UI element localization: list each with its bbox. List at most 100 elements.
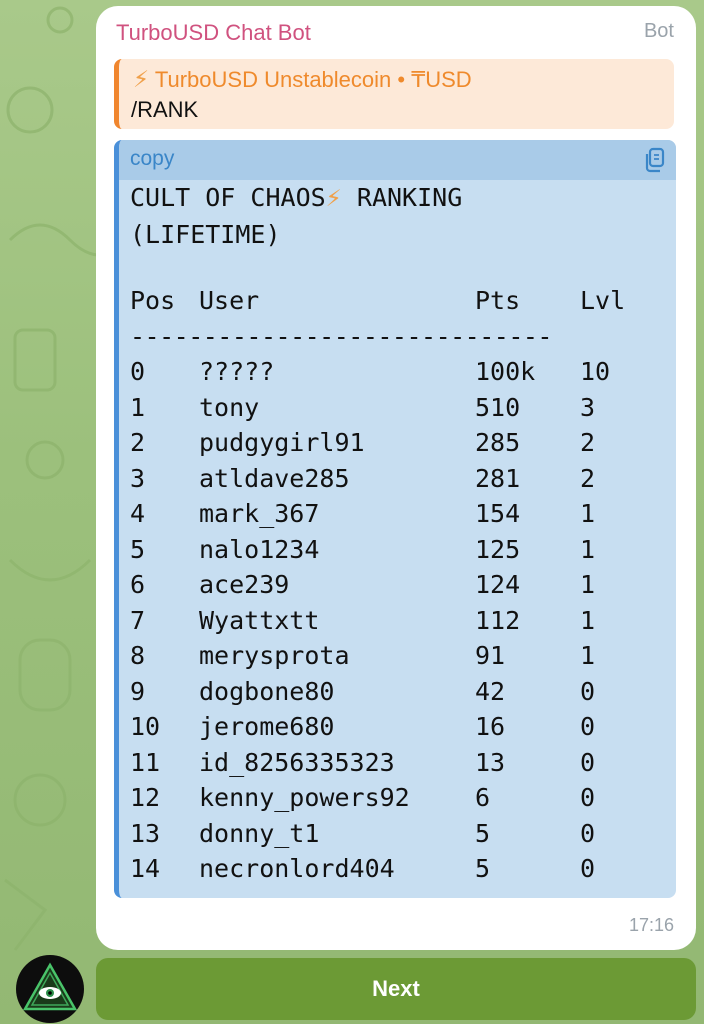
username: nalo1234 <box>199 534 320 564</box>
points: 91 <box>475 641 506 670</box>
lightning-bolt-icon: ⚡ <box>325 186 342 212</box>
username: jerome680 <box>199 712 335 741</box>
code-block: copy CULT OF CHAOS⚡ RANKING (LIFETIME) P… <box>114 140 676 898</box>
level: 0 <box>580 676 596 706</box>
bot-tag: Bot <box>643 20 674 42</box>
rank-position: 0 <box>130 357 146 386</box>
level: 2 <box>580 428 596 457</box>
header-user: User <box>199 286 260 315</box>
rank-position: 1 <box>130 392 146 422</box>
table-row: 0????? 100k 10 <box>130 357 650 393</box>
table-row: 3 atldave285 281 2 <box>130 464 650 500</box>
ranking-subtitle: (LIFETIME) <box>130 220 281 249</box>
level: 3 <box>580 392 596 422</box>
next-button[interactable]: Next <box>96 958 696 1020</box>
level: 2 <box>580 463 596 493</box>
level: 1 <box>580 499 596 528</box>
ranking-title: CULT OF CHAOS⚡ RANKING (LIFETIME) <box>130 180 670 253</box>
points: 5 <box>475 854 491 883</box>
username: kenny_powers92 <box>199 783 410 812</box>
lightning-bolt-icon: ⚡ <box>133 67 150 93</box>
table-row: 14 necronlord404 5 0 <box>130 854 650 890</box>
reply-quote[interactable]: ⚡ TurboUSD Unstablecoin • ₸USD /RANK <box>114 59 674 129</box>
points: 124 <box>475 570 521 599</box>
reply-text: /RANK <box>131 97 199 122</box>
rank-position: 11 <box>130 747 161 777</box>
level: 0 <box>580 712 596 741</box>
username: donny_t1 <box>199 818 320 848</box>
level: 0 <box>580 818 596 848</box>
level: 1 <box>580 570 596 599</box>
level: 1 <box>580 534 596 564</box>
level: 1 <box>580 641 596 670</box>
points: 112 <box>475 605 521 635</box>
rank-position: 7 <box>130 605 146 635</box>
points: 510 <box>475 392 521 422</box>
table-header-row: Pos User Pts Lvl <box>130 286 650 322</box>
username: atldave285 <box>199 463 350 493</box>
avatar[interactable] <box>16 955 84 1023</box>
rank-position: 12 <box>130 783 161 812</box>
message-bubble: TurboUSD Chat Bot Bot ⚡ TurboUSD Unstabl… <box>96 6 696 950</box>
points: 154 <box>475 499 521 528</box>
table-row: 4 mark_367 154 1 <box>130 499 650 535</box>
points: 42 <box>475 676 506 706</box>
table-row: 10 jerome680 16 0 <box>130 712 650 748</box>
level: 0 <box>580 783 596 812</box>
sender-name[interactable]: TurboUSD Chat Bot <box>116 20 311 46</box>
table-row: 12 kenny_powers92 6 0 <box>130 783 650 819</box>
username: ????? <box>199 357 275 386</box>
username: necronlord404 <box>199 854 395 883</box>
table-row: 8 merysprota 91 1 <box>130 641 650 677</box>
message-time: 17:16 <box>628 915 674 935</box>
header-pos: Pos <box>130 286 176 315</box>
username: pudgygirl91 <box>199 428 365 457</box>
ranking-table: Pos User Pts Lvl -----------------------… <box>130 286 650 890</box>
username: id_8256335323 <box>199 747 395 777</box>
points: 125 <box>475 534 521 564</box>
level: 0 <box>580 854 596 883</box>
username: Wyattxtt <box>199 605 320 635</box>
points: 281 <box>475 463 521 493</box>
copy-icon[interactable] <box>642 146 668 174</box>
table-row: 6 ace239 124 1 <box>130 570 650 606</box>
ranking-title-part2: RANKING <box>356 183 463 212</box>
username: merysprota <box>199 641 350 670</box>
rank-position: 4 <box>130 499 146 528</box>
points: 16 <box>475 712 506 741</box>
reply-title-text: TurboUSD Unstablecoin • ₸USD <box>154 67 472 92</box>
table-row: 13 donny_t1 5 0 <box>130 819 650 855</box>
rank-position: 13 <box>130 818 161 848</box>
rank-position: 8 <box>130 641 146 670</box>
table-divider: ----------------------------- <box>130 321 553 351</box>
table-row: 11 id_8256335323 13 0 <box>130 748 650 784</box>
rank-position: 10 <box>130 712 161 741</box>
points: 6 <box>475 783 491 812</box>
code-header: copy <box>119 140 676 180</box>
table-row: 7 Wyattxtt 112 1 <box>130 606 650 642</box>
points: 5 <box>475 818 491 848</box>
header-lvl: Lvl <box>580 286 626 315</box>
rank-position: 6 <box>130 570 146 599</box>
rank-position: 9 <box>130 676 146 706</box>
rank-position: 2 <box>130 428 146 457</box>
table-row: 2 pudgygirl91 285 2 <box>130 428 650 464</box>
rank-position: 14 <box>130 854 161 883</box>
table-row: 9 dogbone80 42 0 <box>130 677 650 713</box>
points: 13 <box>475 747 506 777</box>
username: tony <box>199 392 260 422</box>
level: 1 <box>580 605 596 635</box>
header-pts: Pts <box>475 286 521 315</box>
code-language-label: copy <box>130 147 175 170</box>
eye-triangle-icon <box>22 962 78 1011</box>
username: ace239 <box>199 570 290 599</box>
table-row: 5 nalo1234 125 1 <box>130 535 650 571</box>
table-row: 1 tony 510 3 <box>130 393 650 429</box>
points: 285 <box>475 428 521 457</box>
rank-position: 5 <box>130 534 146 564</box>
rank-position: 3 <box>130 463 146 493</box>
ranking-title-part1: CULT OF CHAOS <box>130 183 326 212</box>
points: 100k <box>475 357 536 386</box>
username: mark_367 <box>199 499 320 528</box>
level: 0 <box>580 747 596 777</box>
